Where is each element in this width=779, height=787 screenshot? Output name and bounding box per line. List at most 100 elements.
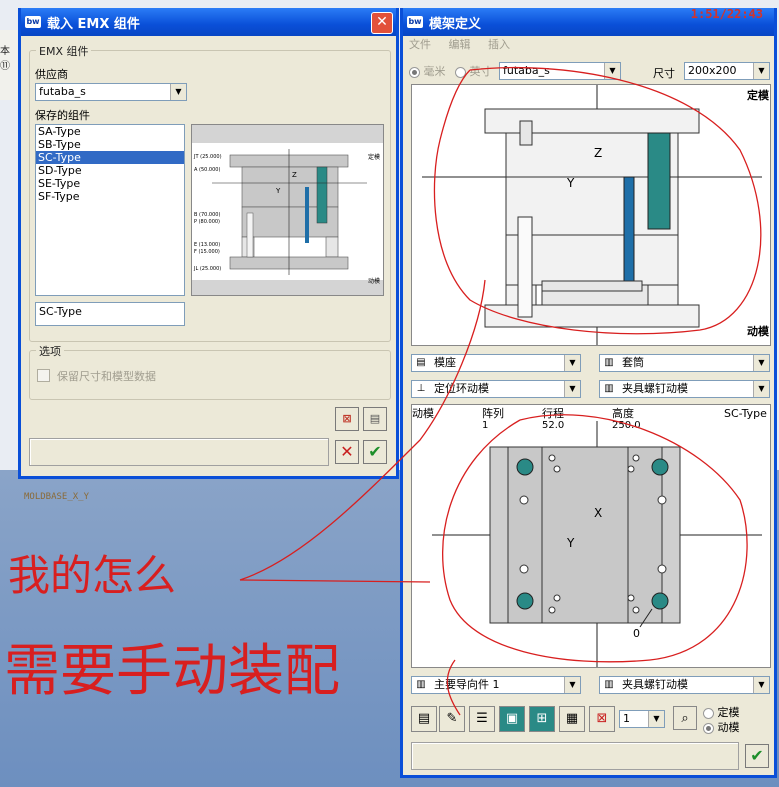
size-value: 200x200 — [688, 64, 737, 77]
list-view-button[interactable]: ☰ — [469, 706, 495, 732]
component-list[interactable]: SA-Type SB-Type SC-Type SD-Type SE-Type … — [35, 124, 185, 296]
locate-ring-value: 定位环动模 — [434, 382, 489, 395]
unit-inch-radio[interactable] — [455, 66, 466, 78]
moldbase-define-dialog: bw 模架定义 文件 编辑 插入 毫米 英寸 futaba_s ▼ 尺寸 200… — [400, 8, 777, 778]
chevron-down-icon: ▼ — [753, 355, 769, 371]
chevron-down-icon: ▼ — [753, 63, 769, 79]
supplier-select[interactable]: futaba_s ▼ — [499, 62, 621, 80]
moving-side-radio[interactable] — [703, 722, 714, 734]
list-item[interactable]: SE-Type — [36, 177, 184, 190]
fixed-side-option-label: 定模 — [717, 706, 740, 719]
count-select[interactable]: 1 ▼ — [619, 710, 665, 728]
size-select[interactable]: 200x200 ▼ — [684, 62, 770, 80]
chevron-down-icon: ▼ — [604, 63, 620, 79]
list-item-selected[interactable]: SC-Type — [36, 151, 184, 164]
dim-a: A (50.000) — [194, 167, 220, 173]
z-axis-label: Z — [594, 146, 602, 160]
top-view-canvas[interactable]: 动模 阵列 行程 高度 1 52.0 250.0 SC-Type X Y 0 — [411, 404, 771, 668]
fixed-side-label: 定模 — [747, 88, 770, 102]
open-component-button[interactable]: ▤ — [363, 407, 387, 431]
chevron-down-icon: ▼ — [648, 711, 664, 727]
grid-view-button[interactable]: ⊞ — [529, 706, 555, 732]
moldbase-title: 模架定义 — [429, 16, 482, 32]
delete-component-button[interactable]: ⊠ — [335, 407, 359, 431]
moving-side-option-label: 动模 — [717, 721, 740, 734]
component-name-field[interactable]: SC-Type — [35, 302, 185, 326]
clamp-screw-value: 夹具螺钉动模 — [622, 382, 688, 395]
side-view-drawing: 定模 动模 Z Y — [422, 85, 770, 345]
status-bar — [29, 438, 329, 466]
list-item[interactable]: SF-Type — [36, 190, 184, 203]
ok-button[interactable]: ✔ — [363, 440, 387, 464]
unit-mm-radio[interactable] — [409, 66, 420, 78]
supplier-value: futaba_s — [39, 85, 86, 98]
list-item[interactable]: SA-Type — [36, 125, 184, 138]
zero-label: 0 — [633, 627, 640, 640]
chevron-down-icon: ▼ — [170, 84, 186, 100]
toolbar: ▤ ✎ ☰ ▣ ⊞ ▦ ⊠ 1 ▼ ⌕ 定模 动模 — [411, 704, 771, 735]
saved-components-label: 保存的组件 — [35, 109, 90, 122]
component-name-value: SC-Type — [39, 305, 82, 318]
preview-drawing: 定模 动模 JT (25.000) A (50.000) B (70.000) … — [192, 125, 383, 295]
fixed-side-radio[interactable] — [703, 707, 714, 719]
keep-data-checkbox[interactable] — [37, 369, 50, 382]
plate-view-button[interactable]: ▣ — [499, 706, 525, 732]
preview-moving-label: 动模 — [368, 277, 380, 285]
sleeve-select-value: 套筒 — [622, 356, 644, 369]
guide-icon: ▥ — [416, 679, 426, 690]
load-emx-dialog: bw 载入 EMX 组件 ✕ EMX 组件 供应商 futaba_s ▼ 保存的… — [18, 8, 399, 479]
supplier-label: 供应商 — [35, 68, 68, 81]
clamp-screw-value-2: 夹具螺钉动模 — [622, 678, 688, 691]
app-icon: bw — [407, 16, 423, 28]
moving-side-label: 动模 — [747, 324, 770, 338]
clamp-screw-icon: ▥ — [604, 679, 614, 690]
open-file-button[interactable]: ▤ — [411, 706, 437, 732]
delete-button[interactable]: ⊠ — [589, 706, 615, 732]
clamp-screw-select-2[interactable]: ▥ 夹具螺钉动模 ▼ — [599, 676, 770, 694]
close-button[interactable]: ✕ — [371, 12, 393, 34]
zoom-icon[interactable]: ⌕ — [673, 706, 697, 730]
unit-inch-option[interactable]: 英寸 — [455, 63, 492, 79]
load-emx-titlebar[interactable]: bw 载入 EMX 组件 ✕ — [21, 8, 396, 36]
preview-z-label: Z — [292, 171, 297, 179]
side-view-canvas[interactable]: 定模 动模 Z Y — [411, 84, 771, 346]
chevron-down-icon: ▼ — [753, 677, 769, 693]
dim-f: F (15.000) — [194, 249, 220, 255]
chevron-down-icon: ▼ — [564, 677, 580, 693]
menu-edit[interactable]: 编辑 — [449, 38, 471, 51]
size-label: 尺寸 — [653, 67, 675, 80]
top-view-drawing: 动模 阵列 行程 高度 1 52.0 250.0 SC-Type X Y 0 — [412, 406, 767, 667]
ok-button[interactable]: ✔ — [745, 744, 769, 768]
table-value-array: 1 — [482, 420, 488, 431]
layer-view-button[interactable]: ▦ — [559, 706, 585, 732]
moving-side-option[interactable]: 动模 — [703, 719, 740, 735]
locate-ring-select[interactable]: ⊥ 定位环动模 ▼ — [411, 380, 581, 398]
guide-select[interactable]: ▥ 主要导向件 1 ▼ — [411, 676, 581, 694]
moldbase-label: MOLDBASE_X_Y — [24, 492, 90, 502]
sleeve-icon: ▥ — [604, 357, 614, 368]
menu-file[interactable]: 文件 — [409, 38, 431, 51]
list-item[interactable]: SD-Type — [36, 164, 184, 177]
top-y-axis-label: Y — [566, 536, 575, 550]
dim-jl: JL (25.000) — [193, 266, 221, 272]
guide-select-value: 主要导向件 1 — [434, 678, 500, 691]
table-value-height: 250.0 — [612, 420, 641, 431]
supplier-select[interactable]: futaba_s ▼ — [35, 83, 187, 101]
base-select-value: 模座 — [434, 356, 456, 369]
menu-insert[interactable]: 插入 — [488, 38, 510, 51]
base-select[interactable]: ▤ 模座 ▼ — [411, 354, 581, 372]
table-header-moving: 动模 — [412, 407, 434, 420]
dim-p: P (80.000) — [194, 219, 220, 225]
edit-component-button[interactable]: ✎ — [439, 706, 465, 732]
fixed-side-option[interactable]: 定模 — [703, 704, 740, 720]
list-item[interactable]: SB-Type — [36, 138, 184, 151]
unit-mm-option[interactable]: 毫米 — [409, 63, 446, 79]
sleeve-select[interactable]: ▥ 套筒 ▼ — [599, 354, 770, 372]
menu-bar: 文件 编辑 插入 — [403, 36, 518, 54]
cancel-button[interactable]: ✕ — [335, 440, 359, 464]
table-header-stroke: 行程 — [542, 407, 564, 420]
keep-data-label: 保留尺寸和模型数据 — [57, 370, 156, 383]
table-header-height: 高度 — [612, 406, 634, 420]
unit-mm-label: 毫米 — [423, 65, 446, 78]
clamp-screw-select[interactable]: ▥ 夹具螺钉动模 ▼ — [599, 380, 770, 398]
